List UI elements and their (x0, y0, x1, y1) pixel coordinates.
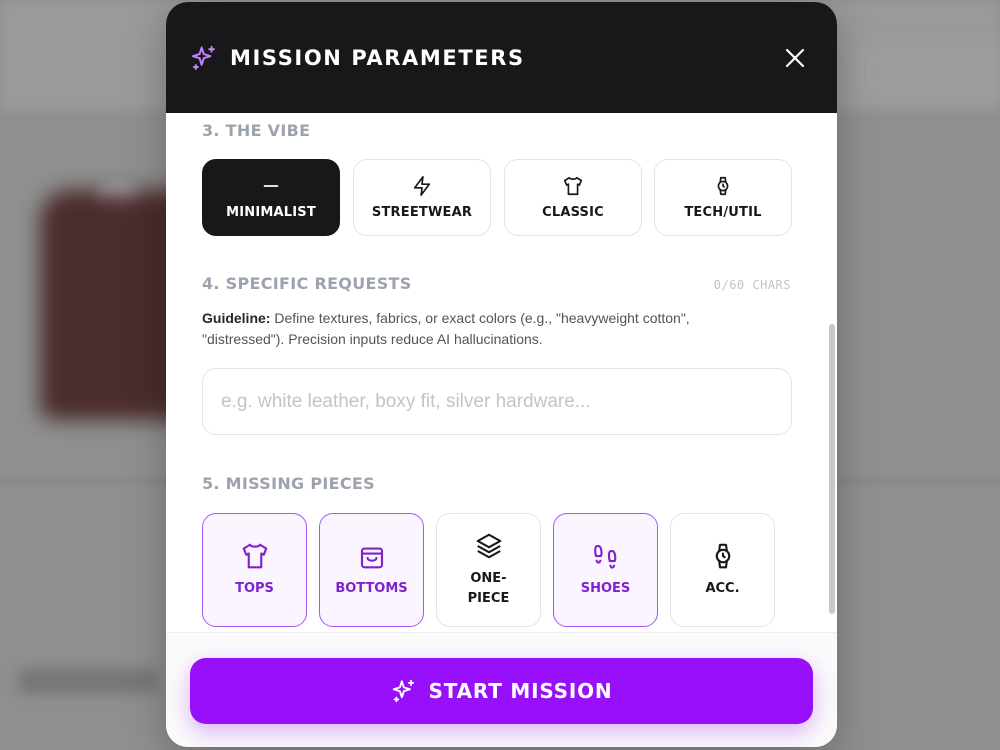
mission-parameters-modal: MISSION PARAMETERS 3. THE VIBE MINIMALIS… (166, 2, 837, 747)
background-text-block (18, 668, 158, 694)
missing-section-label: 5. MISSING PIECES (202, 474, 375, 493)
guideline-body: Define textures, fabrics, or exact color… (202, 310, 690, 347)
start-mission-label: START MISSION (428, 679, 613, 703)
bag-icon (360, 547, 383, 569)
vibe-option-streetwear[interactable]: STREETWEAR (353, 159, 491, 236)
vibe-section-label: 3. THE VIBE (202, 121, 311, 140)
piece-option-one-piece[interactable]: ONE- PIECE (436, 513, 541, 627)
specific-requests-input[interactable] (202, 368, 792, 435)
lightning-icon (413, 176, 431, 196)
guideline-label: Guideline: (202, 310, 271, 326)
modal-footer: START MISSION (166, 632, 837, 747)
piece-option-label: TOPS (235, 581, 274, 596)
sparkles-icon (190, 44, 218, 72)
background-header-right (850, 40, 1000, 100)
vibe-option-label: MINIMALIST (226, 205, 316, 220)
piece-option-label: ACC. (705, 581, 740, 596)
vibe-option-label: CLASSIC (542, 205, 604, 220)
scrollbar-thumb[interactable] (829, 324, 835, 614)
piece-option-label: SHOES (580, 581, 631, 596)
watch-icon (717, 176, 729, 196)
modal-title: MISSION PARAMETERS (230, 45, 525, 70)
vibe-option-label: STREETWEAR (371, 205, 473, 220)
shirt-icon (563, 176, 583, 196)
guideline-text: Guideline: Define textures, fabrics, or … (202, 308, 762, 350)
piece-option-tops[interactable]: TOPS (202, 513, 307, 627)
shirt-icon (242, 543, 267, 569)
layers-icon (476, 533, 501, 559)
modal-header: MISSION PARAMETERS (166, 2, 837, 113)
vibe-option-minimalist[interactable]: MINIMALIST (202, 159, 340, 236)
piece-option-shoes[interactable]: SHOES (553, 513, 658, 627)
close-button[interactable] (783, 46, 807, 70)
piece-option-label: ONE- PIECE (467, 571, 510, 606)
footprints-icon (593, 544, 616, 569)
piece-option-accessories[interactable]: ACC. (670, 513, 775, 627)
piece-option-label: BOTTOMS (335, 581, 408, 596)
start-mission-button[interactable]: START MISSION (190, 658, 813, 724)
requests-section-label: 4. SPECIFIC REQUESTS (202, 274, 412, 293)
char-counter: 0/60 CHARS (713, 278, 791, 292)
minus-icon (263, 185, 279, 187)
vibe-option-label: TECH/UTIL (684, 205, 762, 220)
vibe-option-tech-util[interactable]: TECH/UTIL (654, 159, 792, 236)
vibe-option-classic[interactable]: CLASSIC (504, 159, 642, 236)
sparkles-icon (392, 679, 414, 703)
close-icon (785, 48, 805, 68)
piece-option-bottoms[interactable]: BOTTOMS (319, 513, 424, 627)
watch-icon (715, 543, 730, 569)
